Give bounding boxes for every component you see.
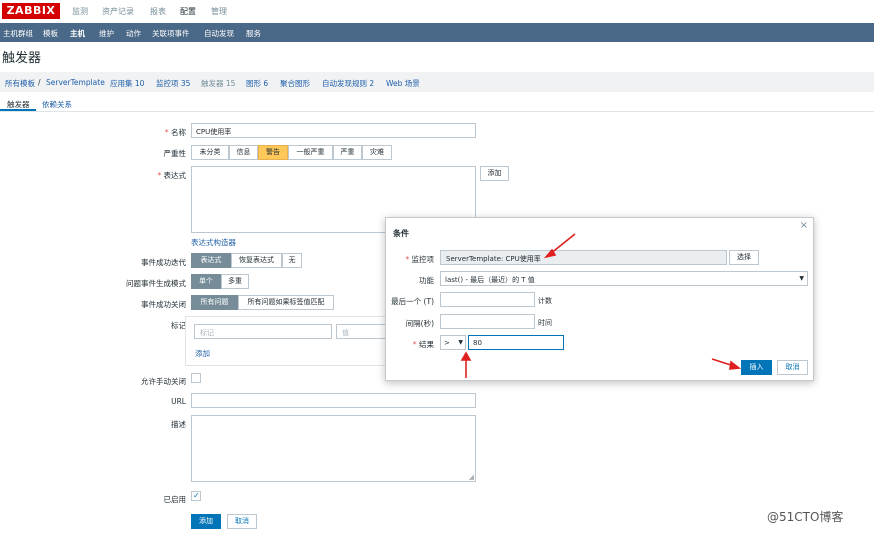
watermark: @51CTO博客 [767, 510, 844, 524]
arrowhead-insert [729, 360, 742, 370]
arrow-to-item [549, 233, 576, 255]
annotation-arrows [460, 233, 742, 378]
arrowhead-operator [460, 351, 472, 361]
